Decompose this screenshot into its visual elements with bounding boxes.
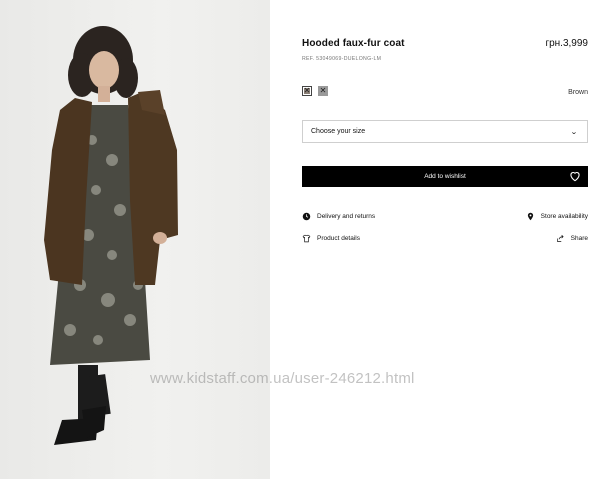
heart-icon[interactable] [568, 169, 582, 183]
store-availability-label: Store availability [540, 213, 588, 220]
tshirt-icon [302, 234, 311, 243]
clock-icon [302, 212, 311, 221]
model-illustration [44, 26, 178, 445]
size-select-label: Choose your size [311, 128, 366, 135]
selected-color-name: Brown [568, 89, 588, 96]
swatch-cross-icon: ✕ [319, 86, 327, 95]
color-swatches: ✕ ✕ [302, 86, 328, 96]
share-label: Share [570, 235, 588, 242]
delivery-returns-label: Delivery and returns [317, 213, 376, 220]
product-details-link[interactable]: Product details [302, 234, 360, 243]
location-pin-icon [527, 212, 533, 221]
delivery-returns-link[interactable]: Delivery and returns [302, 212, 375, 221]
title-row: Hooded faux-fur coat грн.3,999 [302, 38, 588, 49]
swatch-cross-icon: ✕ [303, 86, 311, 95]
info-row-1: Delivery and returns Store availability [302, 212, 588, 221]
product-title: Hooded faux-fur coat [302, 38, 405, 49]
product-photo [0, 0, 270, 479]
product-price: грн.3,999 [545, 38, 588, 49]
chevron-down-icon: ⌄ [570, 128, 578, 136]
size-select[interactable]: Choose your size ⌄ [302, 120, 588, 143]
store-availability-link[interactable]: Store availability [526, 212, 588, 221]
share-link[interactable]: Share [556, 234, 588, 243]
share-icon [556, 234, 564, 242]
color-swatch-grey[interactable]: ✕ [318, 86, 328, 96]
add-to-wishlist-button[interactable]: Add to wishlist [302, 166, 588, 187]
product-ref: REF. 53049069-DUELONG-LM [302, 56, 382, 62]
product-details-label: Product details [317, 235, 360, 242]
info-row-2: Product details Share [302, 234, 588, 243]
watermark: www.kidstaff.com.ua/user-246212.html [150, 370, 415, 387]
add-to-wishlist-label: Add to wishlist [424, 173, 466, 180]
product-info-panel: Hooded faux-fur coat грн.3,999 REF. 5304… [302, 0, 588, 479]
color-swatch-brown[interactable]: ✕ [302, 86, 312, 96]
